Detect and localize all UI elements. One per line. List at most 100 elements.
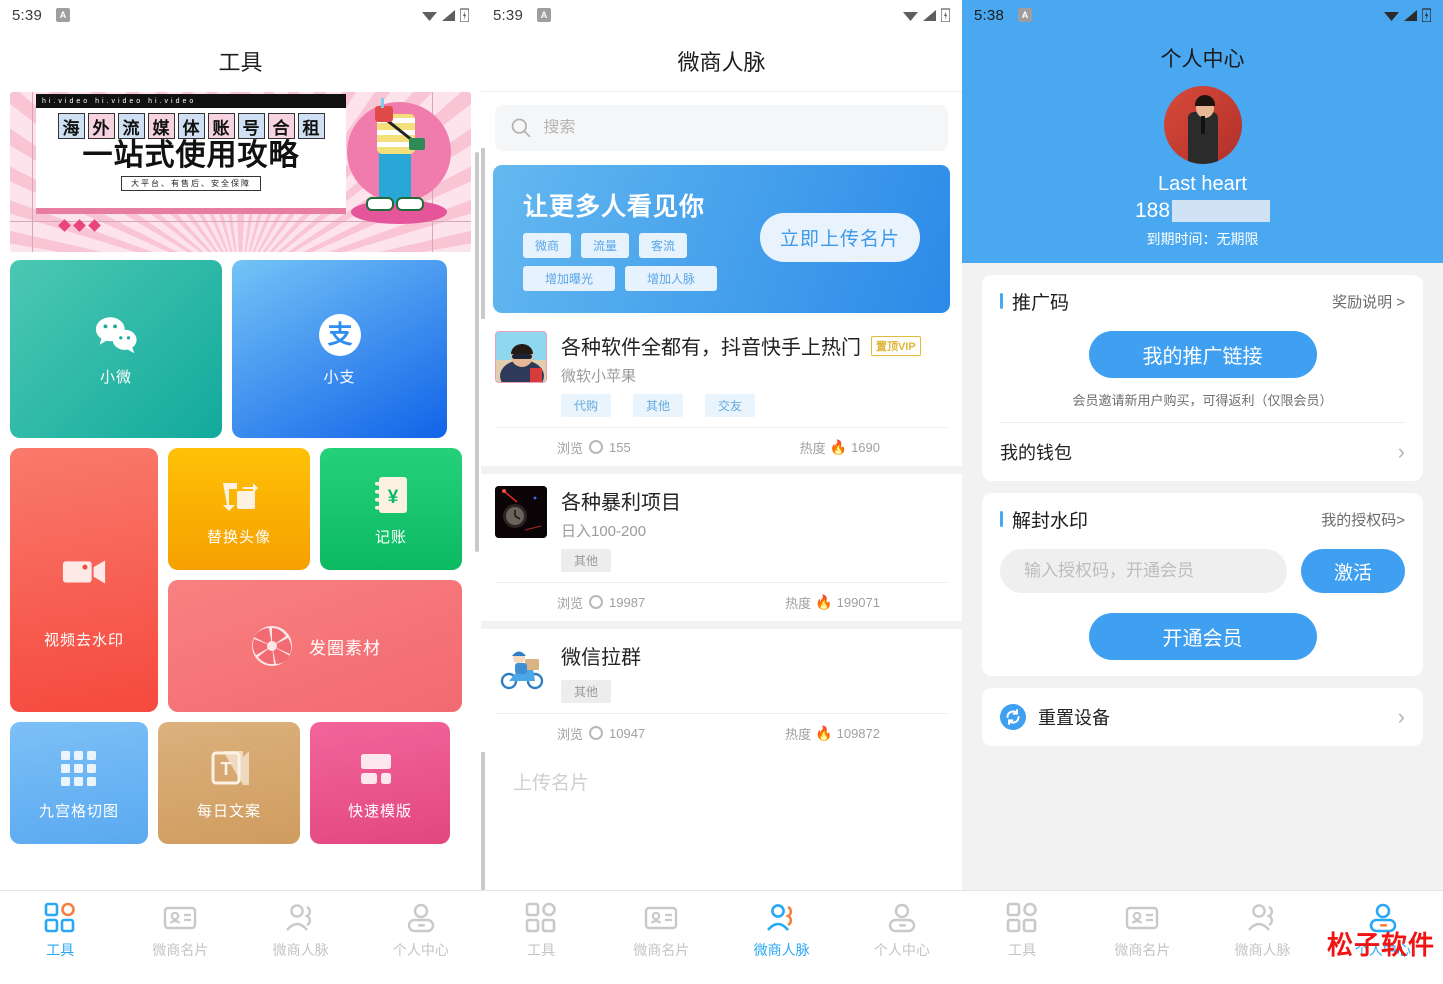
- list-item[interactable]: 微信拉群 其他 浏览 10947 热度 🔥 109872: [481, 621, 962, 752]
- reset-device-row[interactable]: 重置设备 ›: [1000, 688, 1405, 746]
- tag: 其他: [633, 394, 684, 417]
- signal-icon: [923, 9, 936, 21]
- battery-icon: [941, 8, 950, 22]
- profile-name: Last heart: [1158, 173, 1247, 195]
- nav-item-profile[interactable]: 个人中心: [361, 901, 481, 960]
- banner-char: 体: [177, 113, 205, 139]
- tool-tile-quick-template[interactable]: 快速模版: [310, 722, 450, 844]
- nav-item-contacts[interactable]: 微商人脉: [1203, 901, 1323, 960]
- avatar-tie: [1200, 116, 1205, 134]
- aperture-icon: [249, 623, 295, 669]
- status-badge: 置顶VIP: [871, 335, 921, 356]
- promo-chips-row2: 增加曝光 增加人脉: [523, 266, 950, 291]
- scrollbar-vertical[interactable]: [475, 152, 479, 552]
- search-bar[interactable]: [495, 105, 948, 151]
- id-card-icon: [1125, 901, 1159, 935]
- search-input[interactable]: [543, 119, 932, 137]
- nav-item-business-card[interactable]: 微商名片: [1082, 901, 1202, 960]
- tools-body: hi.video hi.video hi.video 海 外 流 媒 体 账 号…: [0, 92, 481, 890]
- tool-tile-xiaozhi[interactable]: 支 小支: [232, 260, 447, 438]
- my-wallet-row[interactable]: 我的钱包 ›: [1000, 423, 1405, 481]
- nav-item-label: 个人中心: [873, 942, 930, 958]
- tool-tile-label: 快速模版: [347, 802, 412, 820]
- nav-item-tools[interactable]: 工具: [0, 901, 120, 960]
- tools-subrow-a: 替换头像 ¥ 记账: [168, 448, 462, 570]
- banner-tagline: 大平台、有售后、安全保障: [121, 175, 261, 191]
- eye-icon: [589, 440, 604, 454]
- nav-item-contacts[interactable]: 微商人脉: [722, 901, 842, 960]
- nav-item-tools[interactable]: 工具: [481, 901, 601, 960]
- list-item-tags: 代购 其他 交友: [561, 394, 948, 417]
- open-membership-button[interactable]: 开通会员: [1088, 613, 1317, 660]
- tool-tile-replace-avatar[interactable]: 替换头像: [168, 448, 310, 570]
- my-auth-code-link[interactable]: 我的授权码>: [1321, 509, 1405, 530]
- tool-tile-label: 视频去水印: [43, 632, 124, 649]
- tag: 代购: [561, 394, 612, 417]
- card-title: 解封水印: [1012, 510, 1089, 532]
- tool-tile-label: 替换头像: [206, 528, 271, 546]
- nav-item-label: 微商名片: [1114, 942, 1171, 958]
- status-indicators: [903, 8, 950, 22]
- reward-info-link[interactable]: 奖励说明 >: [1332, 291, 1405, 312]
- auth-code-input[interactable]: [1000, 549, 1287, 593]
- refresh-icon: [1000, 704, 1026, 730]
- card-header: 解封水印 我的授权码>: [1000, 493, 1405, 545]
- wifi-icon: [903, 11, 918, 21]
- eye-icon: [589, 595, 604, 609]
- tool-tile-xiaowei[interactable]: 小微: [10, 260, 222, 438]
- list-item[interactable]: 各种暴利项目 日入100-200 其他 浏览 19987 热度 🔥 199071: [481, 466, 962, 621]
- banner-illustration: [347, 98, 451, 224]
- avatar[interactable]: [1163, 86, 1242, 164]
- promo-banner[interactable]: hi.video hi.video hi.video 海 外 流 媒 体 账 号…: [10, 92, 471, 252]
- tool-tile-moments-material[interactable]: 发圈素材: [168, 580, 462, 712]
- list-item[interactable]: 各种软件全都有，抖音快手上热门 置顶VIP 微软小苹果 代购 其他 交友 浏览 …: [481, 319, 962, 466]
- profile-header: 5:38 A 个人中心 Last heart 188 到期时间：无期限: [962, 0, 1443, 263]
- list-item-subtitle: 日入100-200: [561, 523, 647, 540]
- banner-top-strip: hi.video hi.video hi.video: [36, 94, 346, 108]
- nav-item-profile[interactable]: 个人中心: [842, 901, 962, 960]
- wifi-icon: [1384, 11, 1399, 21]
- banner-char: 海: [57, 113, 85, 139]
- heat-label: 热度: [785, 595, 812, 611]
- nav-item-tools[interactable]: 工具: [962, 901, 1082, 960]
- promo-chip: 微商: [523, 233, 572, 258]
- tool-tile-video-watermark[interactable]: 视频去水印: [10, 448, 158, 712]
- tool-tile-daily-copy[interactable]: T 每日文案: [158, 722, 300, 844]
- page-title-contacts: 微商人脉: [481, 30, 962, 92]
- panel-profile: 5:38 A 个人中心 Last heart 188 到期时间：无期限 推广码 …: [962, 0, 1443, 984]
- list-item-title: 微信拉群: [561, 647, 641, 669]
- banner-char: 账: [207, 113, 235, 139]
- tag: 其他: [561, 680, 612, 703]
- promo-chip: 增加曝光: [523, 266, 616, 291]
- tool-tile-bookkeeping[interactable]: ¥ 记账: [320, 448, 462, 570]
- nav-item-label: 微商人脉: [753, 942, 810, 958]
- nav-item-label: 个人中心: [392, 942, 449, 958]
- app-watermark: 松子软件: [1326, 930, 1435, 960]
- activate-button[interactable]: 激活: [1301, 549, 1405, 593]
- nav-item-contacts[interactable]: 微商人脉: [241, 901, 361, 960]
- people-icon: [765, 901, 799, 935]
- reset-device-card: 重置设备 ›: [982, 688, 1423, 746]
- list-item-tags: 其他: [561, 680, 948, 703]
- wechat-icon: [93, 312, 139, 358]
- list-item-head: 各种暴利项目 日入100-200 其他: [495, 486, 948, 572]
- tool-tile-nine-grid[interactable]: 九宫格切图: [10, 722, 148, 844]
- my-promo-link-button[interactable]: 我的推广链接: [1088, 331, 1317, 378]
- upload-card-promo[interactable]: 让更多人看见你 微商 流量 客流 增加曝光 增加人脉 立即上传名片: [493, 165, 950, 313]
- banner-char: 外: [87, 113, 115, 139]
- status-time: 5:39: [12, 6, 42, 24]
- upload-card-button[interactable]: 立即上传名片: [759, 213, 920, 262]
- heat-count: 199071: [836, 594, 880, 610]
- fire-icon: 🔥: [815, 724, 833, 741]
- promo-code-card: 推广码 奖励说明 > 我的推广链接 会员邀请新用户购买，可得返利（仅限会员） 我…: [982, 275, 1423, 481]
- auth-code-row: 激活: [1000, 545, 1405, 593]
- nav-item-label: 工具: [527, 942, 556, 958]
- unlock-watermark-card: 解封水印 我的授权码> 激活 开通会员: [982, 493, 1423, 676]
- views-label: 浏览: [557, 726, 584, 742]
- signal-icon: [442, 9, 455, 21]
- nav-item-label: 微商人脉: [272, 942, 329, 958]
- nav-item-business-card[interactable]: 微商名片: [120, 901, 240, 960]
- heat-label: 热度: [799, 440, 826, 456]
- banner-headline-chars: 海 外 流 媒 体 账 号 合 租: [36, 113, 346, 139]
- nav-item-business-card[interactable]: 微商名片: [601, 901, 721, 960]
